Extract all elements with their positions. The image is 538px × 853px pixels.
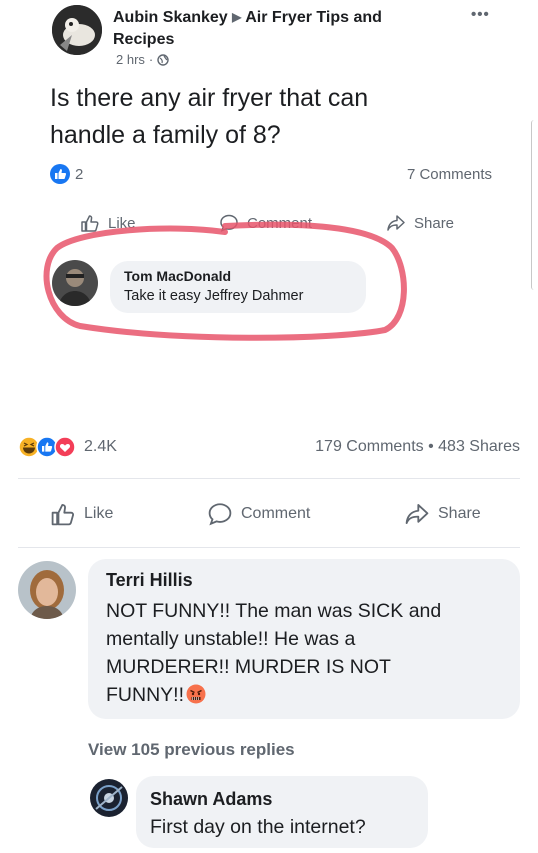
share-label: Share <box>438 505 481 522</box>
comment-text-line4: FUNNY!! <box>106 684 184 706</box>
comment-bubble-shawn[interactable]: Shawn Adams First day on the internet? <box>136 776 428 848</box>
comment-share-stats: 179 Comments • 483 Shares <box>315 438 520 456</box>
page-edge <box>531 120 536 290</box>
comment-author-terri[interactable]: Terri Hillis <box>106 570 193 591</box>
comment-text-line3: MURDERER!! MURDER IS NOT <box>106 656 391 678</box>
comment-bubble-terri[interactable]: Terri Hillis NOT FUNNY!! The man was SIC… <box>88 559 520 719</box>
stats-separator: • <box>428 438 434 455</box>
shares-count-link[interactable]: 483 Shares <box>438 438 520 455</box>
red-highlight-circle <box>43 221 407 341</box>
commenter-avatar-shawn[interactable] <box>90 779 128 817</box>
comment-text-line1: NOT FUNNY!! The man was SICK and <box>106 600 442 622</box>
reaction-icons <box>18 436 78 458</box>
comment-button[interactable]: Comment <box>207 501 310 527</box>
actions-divider <box>18 547 520 548</box>
share-arrow-icon <box>404 501 430 527</box>
reaction-count: 2.4K <box>84 438 117 455</box>
comment-text-line2: mentally unstable!! He was a <box>106 628 356 650</box>
like-label: Like <box>84 505 114 522</box>
comment-text-terri: NOT FUNNY!! The man was SICK and mentall… <box>106 597 441 709</box>
comment-bubble-icon <box>207 501 233 527</box>
comments-count-link[interactable]: 179 Comments <box>315 438 424 455</box>
angry-face-emoji-icon <box>186 684 206 704</box>
thumbs-up-icon <box>50 501 76 527</box>
comment-text-shawn: First day on the internet? <box>150 816 366 838</box>
reaction-summary[interactable]: 2.4K <box>18 436 117 458</box>
comment-label: Comment <box>241 505 311 522</box>
share-button[interactable]: Share <box>404 501 481 527</box>
comment-author-shawn[interactable]: Shawn Adams <box>150 789 272 810</box>
view-previous-replies-link[interactable]: View 105 previous replies <box>88 740 295 760</box>
commenter-avatar-terri[interactable] <box>18 561 76 619</box>
stats-divider <box>18 478 520 479</box>
like-button[interactable]: Like <box>50 501 113 527</box>
